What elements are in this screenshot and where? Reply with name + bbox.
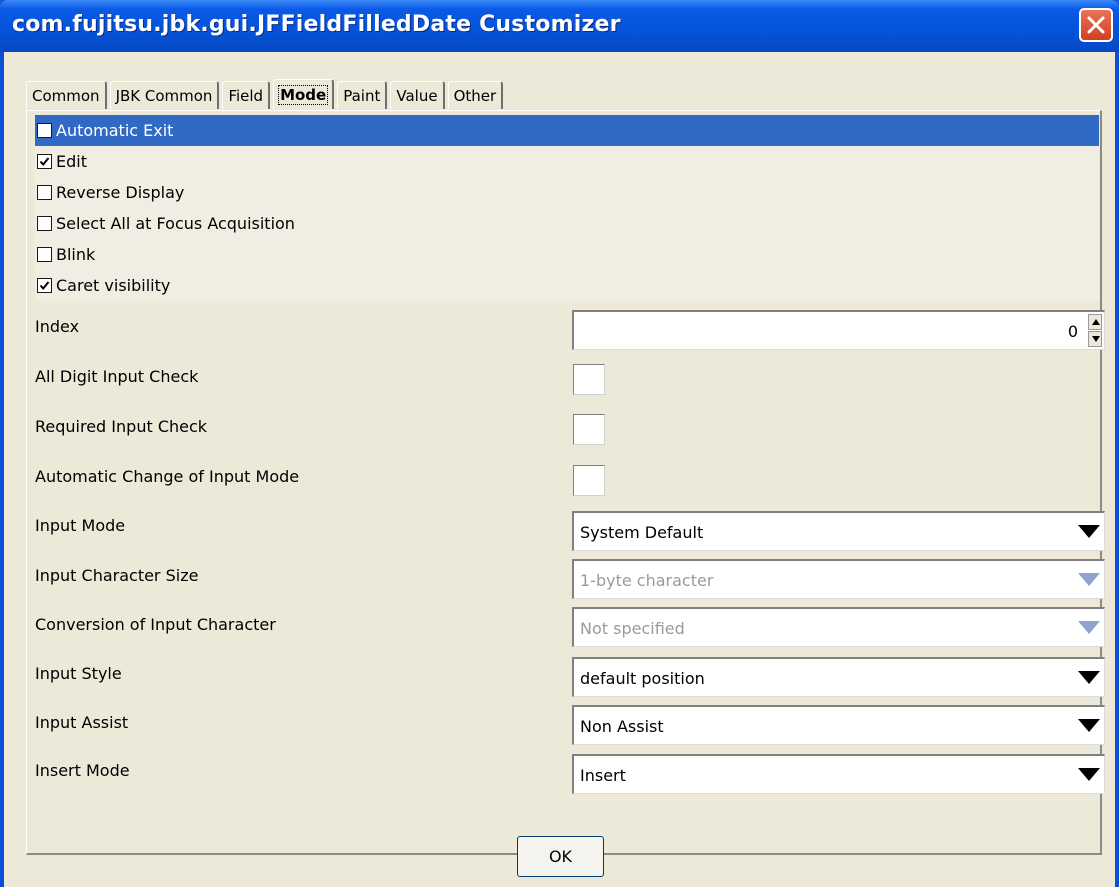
window-title: com.fujitsu.jbk.gui.JFFieldFilledDate Cu… [12, 12, 621, 37]
checkbox[interactable] [37, 154, 52, 169]
input-style-select[interactable]: default position [572, 657, 1105, 697]
list-item-label: Edit [56, 152, 87, 171]
list-item-blink[interactable]: Blink [35, 239, 1099, 270]
chevron-down-icon[interactable] [1078, 671, 1100, 684]
tab-paint[interactable]: Paint [337, 81, 388, 109]
mode-panel: Automatic Exit Edit Reverse Display Sele… [26, 110, 1105, 855]
list-item-edit[interactable]: Edit [35, 146, 1099, 177]
index-value: 0 [1067, 322, 1078, 341]
close-icon [1087, 16, 1105, 34]
required-input-check-checkbox[interactable] [573, 414, 605, 445]
input-assist-select[interactable]: Non Assist [572, 705, 1105, 745]
input-character-size-select: 1-byte character [572, 559, 1105, 599]
input-style-value: default position [580, 669, 705, 688]
auto-change-input-mode-checkbox[interactable] [573, 465, 605, 496]
input-mode-label: Input Mode [35, 516, 126, 535]
list-item-select-all[interactable]: Select All at Focus Acquisition [35, 208, 1099, 239]
spinner-buttons[interactable] [1088, 314, 1102, 348]
input-mode-value: System Default [580, 523, 704, 542]
checkbox[interactable] [37, 247, 52, 262]
chevron-down-icon[interactable] [1078, 719, 1100, 732]
tab-field[interactable]: Field [222, 81, 271, 109]
tab-strip: Common JBK Common Field Mode Paint Value… [26, 79, 506, 109]
spin-down-button[interactable] [1088, 331, 1102, 347]
list-item-reverse-display[interactable]: Reverse Display [35, 177, 1099, 208]
customizer-window: com.fujitsu.jbk.gui.JFFieldFilledDate Cu… [0, 0, 1119, 887]
tab-label: Mode [278, 84, 329, 105]
tab-jbk-common[interactable]: JBK Common [109, 81, 220, 109]
index-spinner[interactable]: 0 [572, 310, 1105, 350]
checkbox[interactable] [37, 216, 52, 231]
chevron-down-icon[interactable] [1078, 768, 1100, 781]
tab-label: Paint [343, 86, 381, 105]
checkbox[interactable] [37, 123, 52, 138]
conversion-input-character-value: Not specified [580, 619, 685, 638]
dialog-body: Common JBK Common Field Mode Paint Value… [4, 52, 1115, 887]
close-button[interactable] [1079, 8, 1113, 42]
chevron-down-icon[interactable] [1078, 525, 1100, 538]
list-item-automatic-exit[interactable]: Automatic Exit [35, 115, 1099, 146]
input-character-size-label: Input Character Size [35, 566, 199, 585]
list-item-label: Caret visibility [56, 276, 171, 295]
conversion-input-character-select: Not specified [572, 607, 1105, 647]
ok-button[interactable]: OK [517, 836, 604, 877]
list-item-label: Reverse Display [56, 183, 185, 202]
input-style-label: Input Style [35, 664, 122, 683]
tab-label: Common [32, 86, 100, 105]
input-character-size-value: 1-byte character [580, 571, 714, 590]
list-item-label: Automatic Exit [56, 121, 174, 140]
tab-label: JBK Common [115, 86, 213, 105]
chevron-down-icon [1078, 573, 1100, 586]
tab-label: Other [453, 86, 497, 105]
insert-mode-value: Insert [580, 766, 626, 785]
insert-mode-select[interactable]: Insert [572, 754, 1105, 794]
index-label: Index [35, 317, 80, 336]
tab-mode[interactable]: Mode [273, 79, 335, 109]
required-input-check-label: Required Input Check [35, 417, 208, 436]
all-digit-input-check-checkbox[interactable] [573, 364, 605, 395]
list-item-label: Blink [56, 245, 96, 264]
insert-mode-label: Insert Mode [35, 761, 130, 780]
list-item-label: Select All at Focus Acquisition [56, 214, 295, 233]
tab-common[interactable]: Common [26, 81, 107, 109]
checkmark-icon [39, 157, 50, 167]
all-digit-input-check-label: All Digit Input Check [35, 367, 199, 386]
tab-label: Field [228, 86, 264, 105]
tab-value[interactable]: Value [390, 81, 445, 109]
list-item-caret-visibility[interactable]: Caret visibility [35, 270, 1099, 301]
mode-checkbox-list[interactable]: Automatic Exit Edit Reverse Display Sele… [35, 115, 1099, 301]
title-bar[interactable]: com.fujitsu.jbk.gui.JFFieldFilledDate Cu… [0, 0, 1119, 52]
tab-label: Value [396, 86, 438, 105]
input-assist-label: Input Assist [35, 713, 129, 732]
input-assist-value: Non Assist [580, 717, 664, 736]
checkmark-icon [39, 281, 50, 291]
checkbox[interactable] [37, 278, 52, 293]
tab-other[interactable]: Other [447, 81, 504, 109]
input-mode-select[interactable]: System Default [572, 511, 1105, 551]
checkbox[interactable] [37, 185, 52, 200]
chevron-down-icon [1078, 621, 1100, 634]
conversion-input-character-label: Conversion of Input Character [35, 615, 276, 634]
spin-up-button[interactable] [1088, 314, 1102, 330]
auto-change-input-mode-label: Automatic Change of Input Mode [35, 467, 300, 486]
